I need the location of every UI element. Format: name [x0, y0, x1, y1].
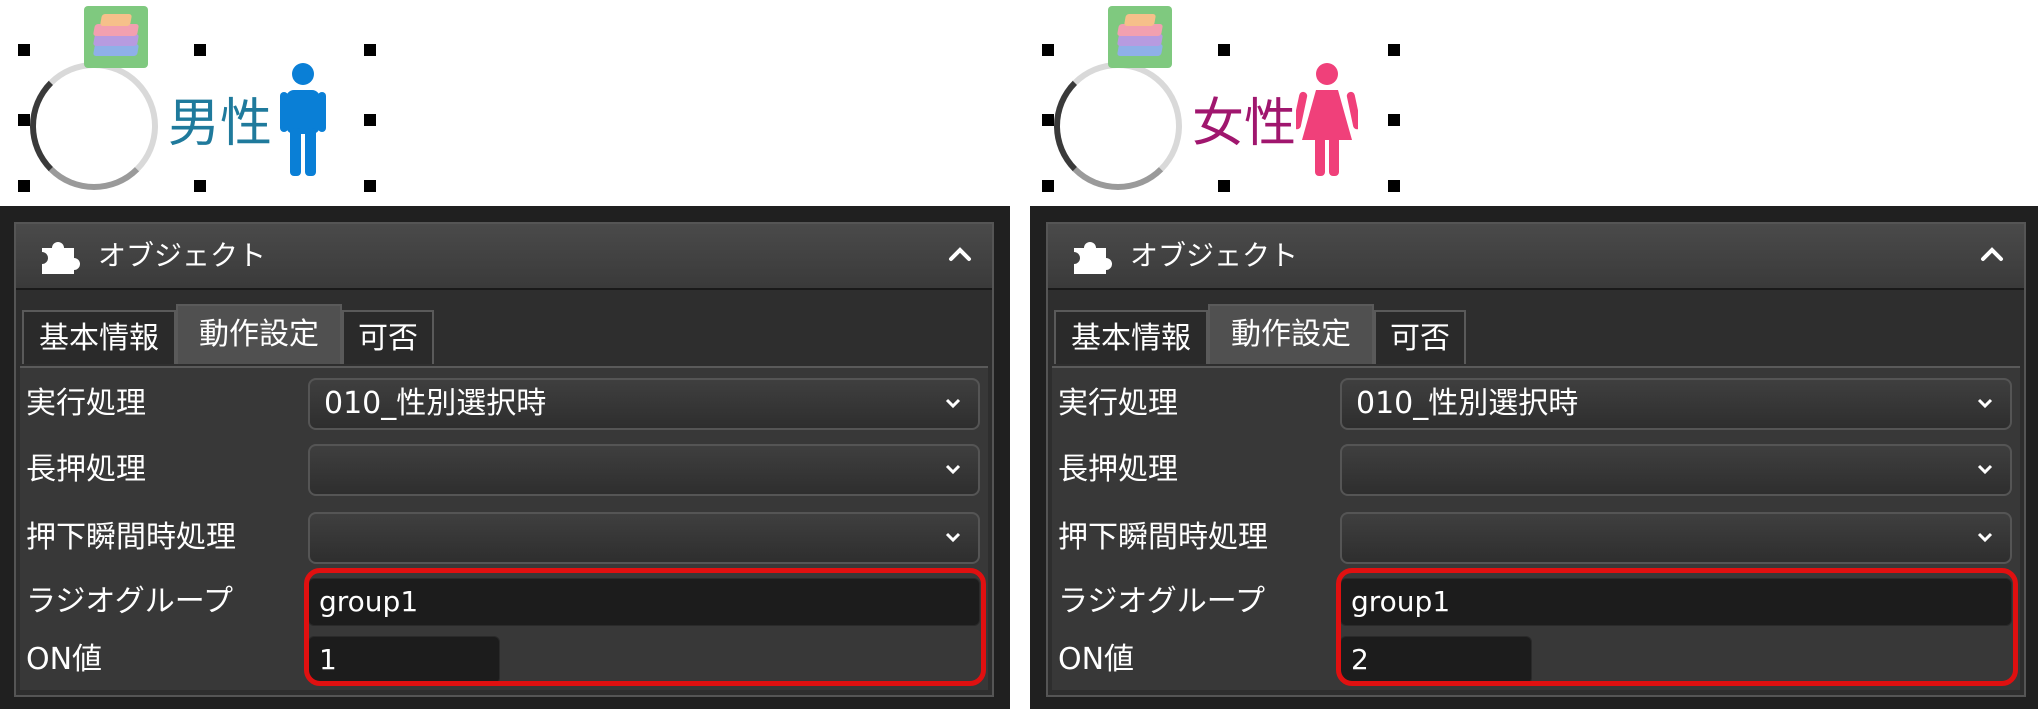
on-value-label: ON値: [26, 642, 103, 677]
chevron-down-icon: [1977, 398, 1993, 409]
exec-label: 実行処理: [26, 386, 146, 421]
resize-handle[interactable]: [364, 180, 376, 192]
chevron-down-icon: [945, 398, 961, 409]
radio-group-label: ラジオグループ: [26, 584, 233, 619]
resize-handle[interactable]: [194, 44, 206, 56]
exec-select-value: 010_性別選択時: [324, 386, 547, 421]
resize-handle[interactable]: [18, 180, 30, 192]
tab-content: 実行処理 010_性別選択時 長押処理 押下瞬間時処理 ラジオグループ grou…: [20, 366, 988, 690]
on-value-label: ON値: [1058, 642, 1135, 677]
tab-basic-info[interactable]: 基本情報: [22, 310, 176, 364]
puzzle-icon: [1074, 242, 1112, 274]
resize-handle[interactable]: [364, 114, 376, 126]
panel-header[interactable]: オブジェクト: [1048, 224, 2024, 290]
tab-behavior-settings[interactable]: 動作設定: [176, 304, 342, 364]
property-panel: オブジェクト 基本情報 動作設定 可否 実行処理 010_性別選択時 長押処理: [1030, 206, 2038, 709]
radio-group-input[interactable]: group1: [1340, 578, 2012, 626]
resize-handle[interactable]: [1042, 114, 1054, 126]
puzzle-icon: [42, 242, 80, 274]
gender-label: 男性: [168, 94, 273, 154]
resize-handle[interactable]: [18, 44, 30, 56]
press-select[interactable]: [1340, 512, 2012, 564]
press-label: 押下瞬間時処理: [1058, 520, 1268, 555]
press-label: 押下瞬間時処理: [26, 520, 236, 555]
male-figure-icon: [280, 63, 326, 176]
resize-handle[interactable]: [1218, 44, 1230, 56]
press-select[interactable]: [308, 512, 980, 564]
longpress-label: 長押処理: [1058, 452, 1178, 487]
tab-availability[interactable]: 可否: [342, 310, 434, 364]
resize-handle[interactable]: [1218, 180, 1230, 192]
on-value-input[interactable]: 2: [1340, 636, 1532, 684]
longpress-label: 長押処理: [26, 452, 146, 487]
chevron-down-icon: [1977, 464, 1993, 475]
chevron-down-icon: [945, 464, 961, 475]
radio-button-circle[interactable]: [30, 62, 158, 190]
chevron-up-icon[interactable]: [1978, 240, 2006, 268]
longpress-select[interactable]: [308, 444, 980, 496]
layers-icon: [1108, 6, 1172, 68]
radio-object-editor-male: 男性 オブジェクト 基本情報 動作設定 可否 実行処理 010_性別選択時 長押…: [0, 0, 1010, 709]
panel-header[interactable]: オブジェクト: [16, 224, 992, 290]
female-figure-icon: [1296, 63, 1358, 176]
exec-select[interactable]: 010_性別選択時: [1340, 378, 2012, 430]
chevron-up-icon[interactable]: [946, 240, 974, 268]
panel-title: オブジェクト: [1130, 239, 1299, 272]
radio-group-label: ラジオグループ: [1058, 584, 1265, 619]
layers-icon: [84, 6, 148, 68]
tab-basic-info[interactable]: 基本情報: [1054, 310, 1208, 364]
resize-handle[interactable]: [364, 44, 376, 56]
resize-handle[interactable]: [1388, 180, 1400, 192]
design-preview[interactable]: 男性: [0, 0, 1010, 200]
design-preview[interactable]: 女性: [1030, 0, 2038, 200]
resize-handle[interactable]: [1388, 44, 1400, 56]
resize-handle[interactable]: [18, 114, 30, 126]
on-value-input[interactable]: 1: [308, 636, 500, 684]
tab-behavior-settings[interactable]: 動作設定: [1208, 304, 1374, 364]
gender-label: 女性: [1192, 94, 1297, 154]
chevron-down-icon: [945, 532, 961, 543]
exec-select[interactable]: 010_性別選択時: [308, 378, 980, 430]
tab-availability[interactable]: 可否: [1374, 310, 1466, 364]
property-panel: オブジェクト 基本情報 動作設定 可否 実行処理 010_性別選択時 長押処理: [0, 206, 1010, 709]
longpress-select[interactable]: [1340, 444, 2012, 496]
panel-title: オブジェクト: [98, 239, 267, 272]
resize-handle[interactable]: [1042, 180, 1054, 192]
resize-handle[interactable]: [1388, 114, 1400, 126]
radio-group-input[interactable]: group1: [308, 578, 980, 626]
resize-handle[interactable]: [1042, 44, 1054, 56]
chevron-down-icon: [1977, 532, 1993, 543]
tab-content: 実行処理 010_性別選択時 長押処理 押下瞬間時処理 ラジオグループ grou…: [1052, 366, 2020, 690]
exec-label: 実行処理: [1058, 386, 1178, 421]
exec-select-value: 010_性別選択時: [1356, 386, 1579, 421]
radio-button-circle[interactable]: [1054, 62, 1182, 190]
resize-handle[interactable]: [194, 180, 206, 192]
radio-object-editor-female: 女性 オブジェクト 基本情報 動作設定 可否 実行処理 010_性別選択時 長押…: [1030, 0, 2038, 709]
